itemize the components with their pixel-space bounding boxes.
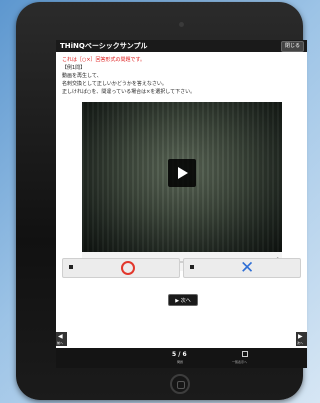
cross-icon: ✕ — [240, 258, 255, 278]
answer-correct-button[interactable] — [62, 258, 180, 278]
prev-page-button[interactable]: ◀ 前へ — [56, 332, 67, 346]
question-line: 名刺交換として正しいかどうかを答えなさい。 — [62, 81, 167, 87]
circle-icon — [121, 261, 135, 275]
list-icon[interactable] — [242, 351, 248, 357]
answer-wrong-button[interactable]: ✕ — [183, 258, 301, 278]
title-bar: THiNQベーシックサンプル 閉じる — [56, 40, 307, 52]
next-page-button[interactable]: ▶ 次へ — [296, 332, 307, 346]
video-player[interactable]: 0:00 / 0:34 ⬇ — [82, 102, 282, 271]
next-button[interactable]: ▶ 次へ — [168, 294, 198, 306]
list-view-link[interactable]: 一覧表示へ — [232, 360, 247, 364]
close-button[interactable]: 閉じる — [280, 41, 304, 52]
page-sub-label: 問題 — [177, 360, 184, 364]
page-counter: 5 / 6 — [172, 351, 187, 358]
camera-dot — [179, 22, 184, 27]
bottom-bar: 5 / 6 問題 一覧表示へ — [56, 348, 307, 368]
question-line: 正しければ○を、間違っている場合は×を選択して下さい。 — [62, 89, 196, 95]
question-label: 【例1問】 — [62, 65, 86, 71]
next-label: 次へ — [297, 341, 304, 345]
question-line: 動画を再生して、 — [62, 73, 102, 79]
app-title: THiNQベーシックサンプル — [60, 42, 148, 50]
screen: THiNQベーシックサンプル 閉じる これは［○×］回答形式の問題です。 【例1… — [56, 40, 307, 368]
prev-label: 前へ — [57, 341, 64, 345]
format-notice: これは［○×］回答形式の問題です。 — [62, 57, 146, 63]
home-button[interactable] — [170, 374, 190, 394]
checkbox-icon — [190, 265, 194, 269]
tablet-frame: THiNQベーシックサンプル 閉じる これは［○×］回答形式の問題です。 【例1… — [16, 2, 307, 400]
play-icon[interactable] — [168, 159, 196, 187]
arrow-left-icon: ◀ — [58, 333, 63, 340]
checkbox-icon — [69, 265, 73, 269]
arrow-right-icon: ▶ — [298, 333, 303, 340]
